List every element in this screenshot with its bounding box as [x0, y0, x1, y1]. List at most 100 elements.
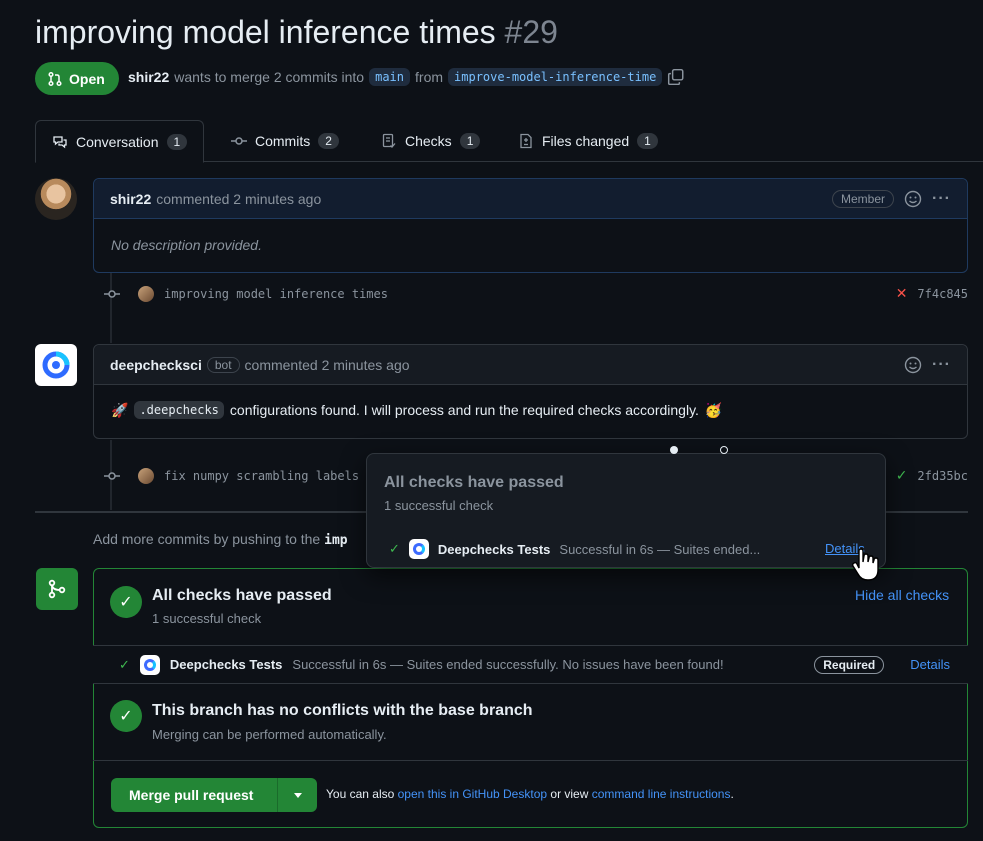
check-row: ✓ Deepchecks Tests Successful in 6s — Su… [93, 646, 968, 683]
check-description: Successful in 6s — Suites ended successf… [292, 657, 724, 672]
base-branch[interactable]: main [369, 68, 411, 86]
conflict-title: This branch has no conflicts with the ba… [152, 702, 533, 719]
caret-down-icon [293, 792, 302, 798]
pr-state-label: Open [69, 70, 105, 87]
pr-tabs: Conversation 1 Commits 2 Checks 1 Files … [35, 120, 983, 163]
pr-merge-text: wants to merge 2 commits into [174, 69, 365, 85]
copy-icon[interactable] [667, 68, 685, 86]
tab-count: 1 [637, 133, 658, 149]
tab-checks[interactable]: Checks 1 [365, 120, 496, 162]
merge-separator [93, 683, 968, 684]
comment-author[interactable]: deepchecksci [110, 357, 202, 373]
popover-check-desc: Successful in 6s — Suites ended... [559, 541, 761, 557]
push-hint-text: Add more commits by pushing to the [93, 531, 321, 547]
commit-row: improving model inference times ✕ 7f4c84… [104, 285, 968, 302]
file-diff-icon [520, 133, 532, 149]
hide-all-checks-link[interactable]: Hide all checks [855, 587, 949, 603]
checks-sub: 1 successful check [152, 611, 262, 626]
pull-request-icon [48, 71, 62, 86]
comment-body: 🚀 .deepchecks configurations found. I wi… [94, 385, 967, 435]
smiley-icon[interactable] [904, 190, 922, 208]
tab-label: Checks [405, 133, 452, 149]
pr-state-badge: Open [35, 62, 119, 95]
bot-avatar[interactable] [35, 344, 77, 386]
tab-label: Commits [255, 133, 311, 149]
timeline-line [110, 273, 112, 343]
author-avatar[interactable] [35, 178, 77, 220]
tab-files-changed[interactable]: Files changed 1 [502, 120, 674, 162]
commit-message[interactable]: improving model inference times [164, 287, 388, 301]
comment-header: shir22 commented 2 minutes ago Member ··… [94, 179, 967, 219]
deepchecks-logo-icon [42, 351, 70, 379]
x-icon[interactable]: ✕ [896, 285, 908, 302]
merge-pull-request-button[interactable]: Merge pull request [111, 778, 271, 812]
head-branch[interactable]: improve-model-inference-time [448, 68, 663, 86]
push-hint-branch: imp [324, 533, 348, 548]
comment-author[interactable]: shir22 [110, 191, 151, 207]
popover-sub: 1 successful check [384, 498, 494, 513]
comment-actions: Member ··· [832, 189, 951, 208]
required-badge: Required [814, 655, 885, 674]
commit-sha[interactable]: 2fd35bc [917, 469, 968, 483]
smiley-icon[interactable] [904, 356, 922, 374]
drag-handle-icon [670, 446, 678, 454]
popover-check-name: Deepchecks Tests [437, 541, 551, 557]
commit-message[interactable]: fix numpy scrambling labels [164, 469, 359, 483]
merge-alternatives: You can also open this in GitHub Desktop… [326, 787, 734, 801]
commit-icon [231, 137, 247, 145]
check-icon: ✓ [389, 541, 400, 556]
merge-options-dropdown[interactable] [277, 778, 317, 812]
comment-header: deepchecksci bot commented 2 minutes ago… [94, 345, 967, 385]
merge-button-group: Merge pull request [111, 778, 317, 812]
check-icon[interactable]: ✓ [896, 467, 908, 484]
commit-author-avatar[interactable] [138, 467, 154, 484]
checks-popover: All checks have passed 1 successful chec… [366, 453, 886, 568]
deepchecks-logo-icon [139, 654, 160, 675]
pr-subline: shir22 wants to merge 2 commits into mai… [128, 68, 685, 86]
or-text: or view [550, 787, 589, 801]
command-line-link[interactable]: command line instructions [592, 787, 731, 801]
hand-cursor-icon [851, 548, 879, 581]
kebab-menu-icon[interactable]: ··· [932, 356, 951, 374]
bot-badge: bot [206, 356, 240, 373]
pr-author-link[interactable]: shir22 [128, 69, 169, 85]
comment-box: deepchecksci bot commented 2 minutes ago… [93, 344, 968, 439]
checks-passed-icon: ✓ [110, 586, 142, 618]
rocket-icon: 🚀 [111, 401, 129, 418]
tab-count: 1 [166, 133, 188, 150]
tab-label: Conversation [76, 133, 159, 150]
inline-code: .deepchecks [134, 401, 224, 419]
pr-number: #29 [504, 14, 558, 50]
commit-author-avatar[interactable] [138, 285, 154, 302]
checklist-icon [382, 133, 396, 148]
comment-meta[interactable]: commented 2 minutes ago [156, 191, 321, 207]
check-details-link[interactable]: Details [910, 657, 950, 672]
merge-status-icon [36, 568, 78, 610]
tab-conversation[interactable]: Conversation 1 [35, 120, 205, 163]
kebab-menu-icon[interactable]: ··· [932, 190, 951, 208]
commit-sha[interactable]: 7f4c845 [917, 287, 968, 301]
github-desktop-link[interactable]: open this in GitHub Desktop [398, 787, 547, 801]
check-icon: ✓ [119, 656, 130, 672]
party-emoji-icon: 🥳 [704, 401, 723, 418]
merge-separator [93, 760, 968, 761]
popover-title: All checks have passed [384, 474, 564, 491]
no-conflicts-icon: ✓ [110, 700, 142, 732]
tab-count: 2 [318, 133, 339, 149]
checks-title: All checks have passed [152, 587, 332, 604]
commit-icon [104, 289, 120, 298]
pr-title: improving model inference times #29 [35, 14, 558, 51]
conflict-sub: Merging can be performed automatically. [152, 727, 387, 742]
tab-label: Files changed [542, 133, 630, 149]
tab-count: 1 [459, 133, 481, 149]
pr-from-text: from [415, 69, 444, 85]
comment-meta[interactable]: commented 2 minutes ago [245, 357, 410, 373]
also-text: You can also [326, 787, 395, 801]
tab-commits[interactable]: Commits 2 [215, 120, 355, 162]
comment-actions: ··· [904, 356, 951, 374]
push-hint: Add more commits by pushing to the imp [93, 531, 348, 548]
popover-check-row: ✓ Deepchecks Tests Successful in 6s — Su… [389, 539, 760, 559]
pr-title-text: improving model inference times [35, 14, 496, 50]
comment-body: No description provided. [111, 237, 262, 253]
commit-icon [104, 471, 120, 480]
